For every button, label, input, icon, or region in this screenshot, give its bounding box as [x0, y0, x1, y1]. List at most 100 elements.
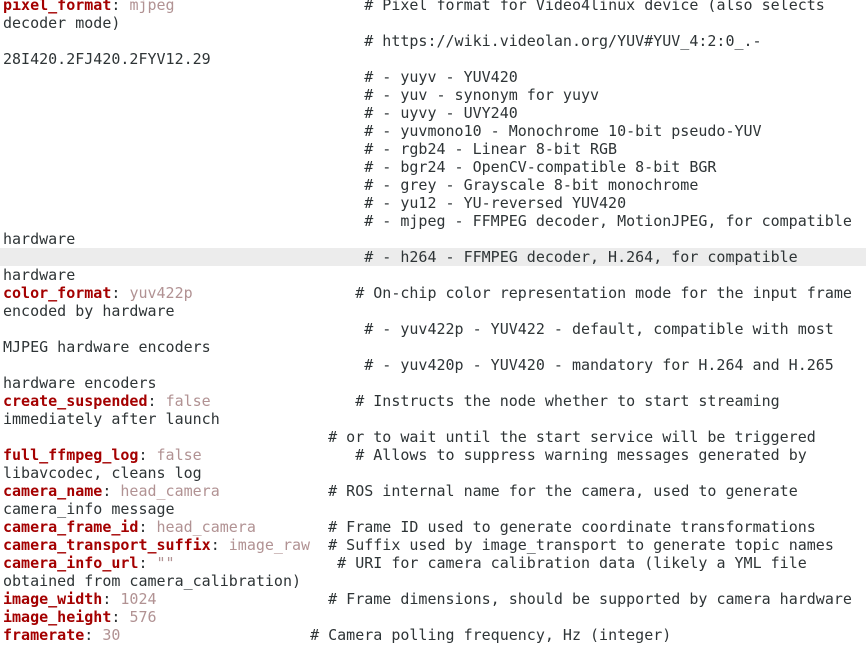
text-line: # - mjpeg - FFMPEG decoder, MotionJPEG, … [3, 212, 866, 230]
config-key: image_height [3, 608, 112, 626]
config-value: yuv422p [129, 284, 193, 302]
line-text: hardware encoders [3, 374, 157, 392]
key-separator: : [111, 608, 130, 626]
config-line-create-suspended: create_suspended: false # Instructs the … [3, 392, 866, 410]
padding [157, 590, 329, 608]
text-line: hardware [3, 230, 866, 248]
config-key: image_width [3, 590, 103, 608]
config-line-pixel-format: pixel_format: mjpeg # Pixel format for V… [3, 0, 866, 14]
text-line: obtained from camera_calibration) [3, 572, 866, 590]
line-text: 28I420.2FJ420.2FYV12.29 [3, 50, 211, 68]
config-line-framerate: framerate: 30 # Camera polling frequency… [3, 626, 866, 644]
config-value: 30 [102, 626, 121, 644]
line-text: # - mjpeg - FFMPEG decoder, MotionJPEG, … [3, 212, 852, 230]
yaml-editor[interactable]: pixel_format: mjpeg # Pixel format for V… [0, 0, 866, 647]
config-key: color_format [3, 284, 112, 302]
config-line-color-format: color_format: yuv422p # On-chip color re… [3, 284, 866, 302]
key-separator: : [111, 0, 130, 14]
text-line: # https://wiki.videolan.org/YUV#YUV_4:2:… [3, 32, 866, 50]
config-comment: # Instructs the node whether to start st… [355, 392, 780, 410]
text-line: # - grey - Grayscale 8-bit monochrome [3, 176, 866, 194]
config-key: framerate [3, 626, 85, 644]
padding [175, 0, 365, 14]
config-comment: # ROS internal name for the camera, used… [328, 482, 798, 500]
config-key: pixel_format [3, 0, 112, 14]
config-value: head_camera [156, 518, 256, 536]
config-key: camera_transport_suffix [3, 536, 211, 554]
padding [220, 482, 328, 500]
line-text: immediately after launch [3, 410, 220, 428]
line-text: # - uyvy - UVY240 [3, 104, 518, 122]
key-separator: : [84, 626, 103, 644]
padding [157, 608, 320, 626]
line-text: # - yuvmono10 - Monochrome 10-bit pseudo… [3, 122, 762, 140]
config-comment: # Frame dimensions, should be supported … [328, 590, 852, 608]
config-value: 576 [129, 608, 157, 626]
text-line: # - yu12 - YU-reversed YUV420 [3, 194, 866, 212]
config-line-image-height: image_height: 576 [3, 608, 866, 626]
line-text: # - yu12 - YU-reversed YUV420 [3, 194, 627, 212]
config-key: create_suspended [3, 392, 148, 410]
key-separator: : [147, 392, 166, 410]
line-text: decoder mode) [3, 14, 121, 32]
config-value: head_camera [120, 482, 220, 500]
text-line: # - yuv422p - YUV422 - default, compatib… [3, 320, 866, 338]
key-separator: : [138, 554, 157, 572]
text-line: # - rgb24 - Linear 8-bit RGB [3, 140, 866, 158]
config-key: camera_name [3, 482, 103, 500]
line-text: # - yuv422p - YUV422 - default, compatib… [3, 320, 834, 338]
padding [256, 518, 328, 536]
padding [193, 284, 356, 302]
text-line: # - yuv420p - YUV420 - mandatory for H.2… [3, 356, 866, 374]
config-comment: # Frame ID used to generate coordinate t… [328, 518, 816, 536]
config-line-image-width: image_width: 1024 # Frame dimensions, sh… [3, 590, 866, 608]
line-text: encoded by hardware [3, 302, 175, 320]
line-text: # https://wiki.videolan.org/YUV#YUV_4:2:… [3, 32, 762, 50]
config-value: false [156, 446, 202, 464]
line-text: hardware [3, 230, 76, 248]
line-text: hardware [3, 266, 76, 284]
text-line: MJPEG hardware encoders [3, 338, 866, 356]
text-line: hardware [3, 266, 866, 284]
padding [310, 536, 328, 554]
text-line: # - uyvy - UVY240 [3, 104, 866, 122]
config-value: image_raw [228, 536, 311, 554]
padding [211, 392, 356, 410]
line-text: # - grey - Grayscale 8-bit monochrome [3, 176, 699, 194]
config-value: "" [156, 554, 175, 572]
config-comment: # Pixel format for Video4linux device (a… [364, 0, 825, 14]
line-text: MJPEG hardware encoders [3, 338, 211, 356]
line-text: # - bgr24 - OpenCV-compatible 8-bit BGR [3, 158, 717, 176]
padding [120, 626, 310, 644]
config-line-camera-transport-suffix: camera_transport_suffix: image_raw # Suf… [3, 536, 866, 554]
config-value: false [165, 392, 211, 410]
config-comment: # On-chip color representation mode for … [355, 284, 852, 302]
text-line: decoder mode) [3, 14, 866, 32]
text-line: 28I420.2FJ420.2FYV12.29 [3, 50, 866, 68]
line-text: # or to wait until the start service wil… [3, 428, 816, 446]
key-separator: : [111, 284, 130, 302]
padding [175, 554, 338, 572]
config-comment: # Suffix used by image_transport to gene… [328, 536, 834, 554]
key-separator: : [138, 446, 157, 464]
line-text: # - yuyv - YUV420 [3, 68, 518, 86]
config-line-camera-frame-id: camera_frame_id: head_camera # Frame ID … [3, 518, 866, 536]
line-text: # - rgb24 - Linear 8-bit RGB [3, 140, 618, 158]
config-key: full_ffmpeg_log [3, 446, 139, 464]
config-comment: # Allows to suppress warning messages ge… [355, 446, 807, 464]
config-key: camera_frame_id [3, 518, 139, 536]
config-comment: # URI for camera calibration data (likel… [337, 554, 807, 572]
text-line: # or to wait until the start service wil… [3, 428, 866, 446]
key-separator: : [210, 536, 229, 554]
key-separator: : [102, 482, 121, 500]
text-line: camera_info message [3, 500, 866, 518]
line-text: libavcodec, cleans log [3, 464, 202, 482]
text-line: # - h264 - FFMPEG decoder, H.264, for co… [0, 248, 866, 266]
line-text: # - yuv - synonym for yuyv [3, 86, 600, 104]
padding [202, 446, 356, 464]
text-line: hardware encoders [3, 374, 866, 392]
text-line: immediately after launch [3, 410, 866, 428]
text-line: libavcodec, cleans log [3, 464, 866, 482]
text-line: # - yuvmono10 - Monochrome 10-bit pseudo… [3, 122, 866, 140]
config-line-full-ffmpeg-log: full_ffmpeg_log: false # Allows to suppr… [3, 446, 866, 464]
